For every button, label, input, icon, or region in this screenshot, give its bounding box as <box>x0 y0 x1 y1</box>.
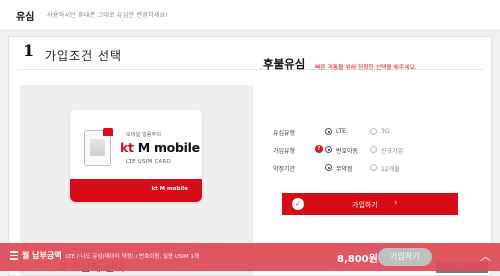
option-label: 유심유형 <box>273 130 296 137</box>
usim-card-image: 모바일 일용주의 kt M mobile LTE USIM CARD kt M … <box>70 110 202 202</box>
brand-logo: kt M mobile <box>120 140 200 155</box>
radio-dot-icon <box>325 164 332 171</box>
band-logo: kt M mobile <box>151 186 188 192</box>
card-subtitle: LTE USIM CARD <box>126 159 171 165</box>
payment-summary-bar: 월 납부금액 LTE / 나도 유심(데이터 약정) / 번호이동, 실용 US… <box>0 243 500 271</box>
option-label: 약정기간 <box>273 166 296 173</box>
check-circle-icon: ✓ <box>292 198 304 210</box>
page-title: 유심 <box>16 12 35 23</box>
plan-summary: LTE / 나도 유심(데이터 약정) / 번호이동, 실용 USIM 1개 <box>66 254 199 260</box>
plan-title: 후불유심 <box>263 57 306 71</box>
menu-icon[interactable] <box>10 251 18 260</box>
step-title: 가입조건 선택 <box>45 49 123 63</box>
option-label: 가입유형 <box>273 148 296 155</box>
bar-join-button[interactable]: 가입하기 <box>378 248 432 266</box>
radio-dot-icon <box>370 146 377 153</box>
radio-dot-icon <box>325 128 332 135</box>
monthly-price: 8,800원 <box>337 254 378 265</box>
radio-dot-icon <box>325 146 332 153</box>
help-icon[interactable]: ? <box>315 145 323 153</box>
top-header: 유심 사용하시던 휴대폰 그대로 유심만 변경하세요! <box>0 0 500 31</box>
monthly-payment-title: 월 납부금액 <box>22 251 62 260</box>
card-notice: 모바일 일용주의 <box>126 132 162 138</box>
join-button[interactable]: ✓ 가입하기 › <box>282 193 458 215</box>
chevron-right-icon: › <box>394 198 398 208</box>
page-description: 사용하시던 휴대폰 그대로 유심만 변경하세요! <box>47 12 168 19</box>
radio-dot-icon <box>370 164 377 171</box>
step-number: 1 <box>23 41 35 60</box>
card-red-band: kt M mobile <box>70 179 202 202</box>
radio-dot-icon <box>370 128 377 135</box>
sim-chip-icon <box>84 128 113 166</box>
plan-description: 빠른 개통을 위해 정확한 선택을 해주세요. <box>315 65 417 71</box>
chevron-up-icon[interactable]: ︿ <box>480 248 491 264</box>
